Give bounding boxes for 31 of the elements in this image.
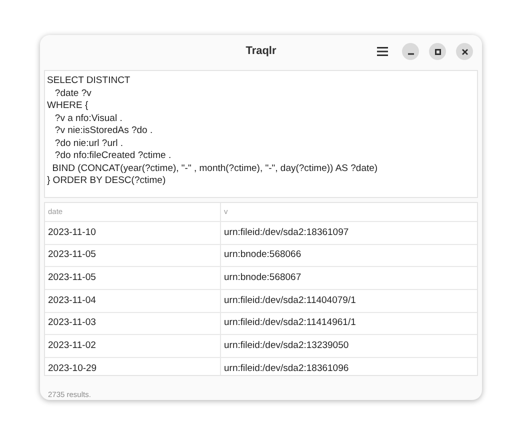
table-cell: urn:fileid:/dev/sda2:18361096	[224, 362, 349, 375]
table-cell: 2023-11-10	[48, 226, 96, 240]
table-cell: urn:fileid:/dev/sda2:18361097	[224, 226, 349, 240]
query-line: ?v a nfo:Visual .	[54, 112, 122, 125]
maximize-button[interactable]	[429, 43, 446, 60]
minimize-button[interactable]	[402, 43, 419, 60]
query-line: ?v nie:isStoredAs ?do .	[54, 125, 153, 138]
table-cell: urn:fileid:/dev/sda2:13239050	[224, 339, 349, 354]
query-line: SELECT DISTINCT	[47, 75, 130, 88]
table-cell-text: 2023-11-05	[48, 248, 96, 262]
query-line: } ORDER BY DESC(?ctime)	[47, 175, 166, 188]
close-icon	[462, 48, 468, 54]
window-title: Traqlr	[246, 44, 276, 60]
table-cell: 2023-11-02	[48, 339, 96, 354]
close-button[interactable]	[456, 43, 473, 60]
table-cell: urn:bnode:568067	[224, 271, 302, 286]
query-line: ?do nfo:fileCreated ?ctime .	[54, 150, 172, 162]
table-cell-text: urn:bnode:568066	[224, 248, 302, 262]
query-editor[interactable]	[44, 70, 478, 198]
table-cell-text: urn:fileid:/dev/sda2:11414961/1	[224, 316, 356, 330]
menu-icon	[376, 47, 388, 56]
table-cell: 2023-11-05	[48, 271, 96, 286]
table-cell-text: 2023-11-04	[48, 294, 96, 308]
query-line: ?do nie:url ?url .	[54, 138, 124, 150]
table-cell-text: urn:fileid:/dev/sda2:11404079/1	[224, 294, 356, 308]
table-cell: 2023-10-29	[48, 362, 97, 375]
query-line: ?date ?v	[54, 88, 92, 100]
query-line: WHERE {	[47, 100, 88, 112]
table-cell-text: 2023-11-03	[48, 316, 96, 330]
query-line: BIND (CONCAT(year(?ctime), "-" , month(?ctime), "-", day(?ctime)) AS ?date)	[51, 162, 378, 175]
maximize-icon	[434, 48, 440, 54]
